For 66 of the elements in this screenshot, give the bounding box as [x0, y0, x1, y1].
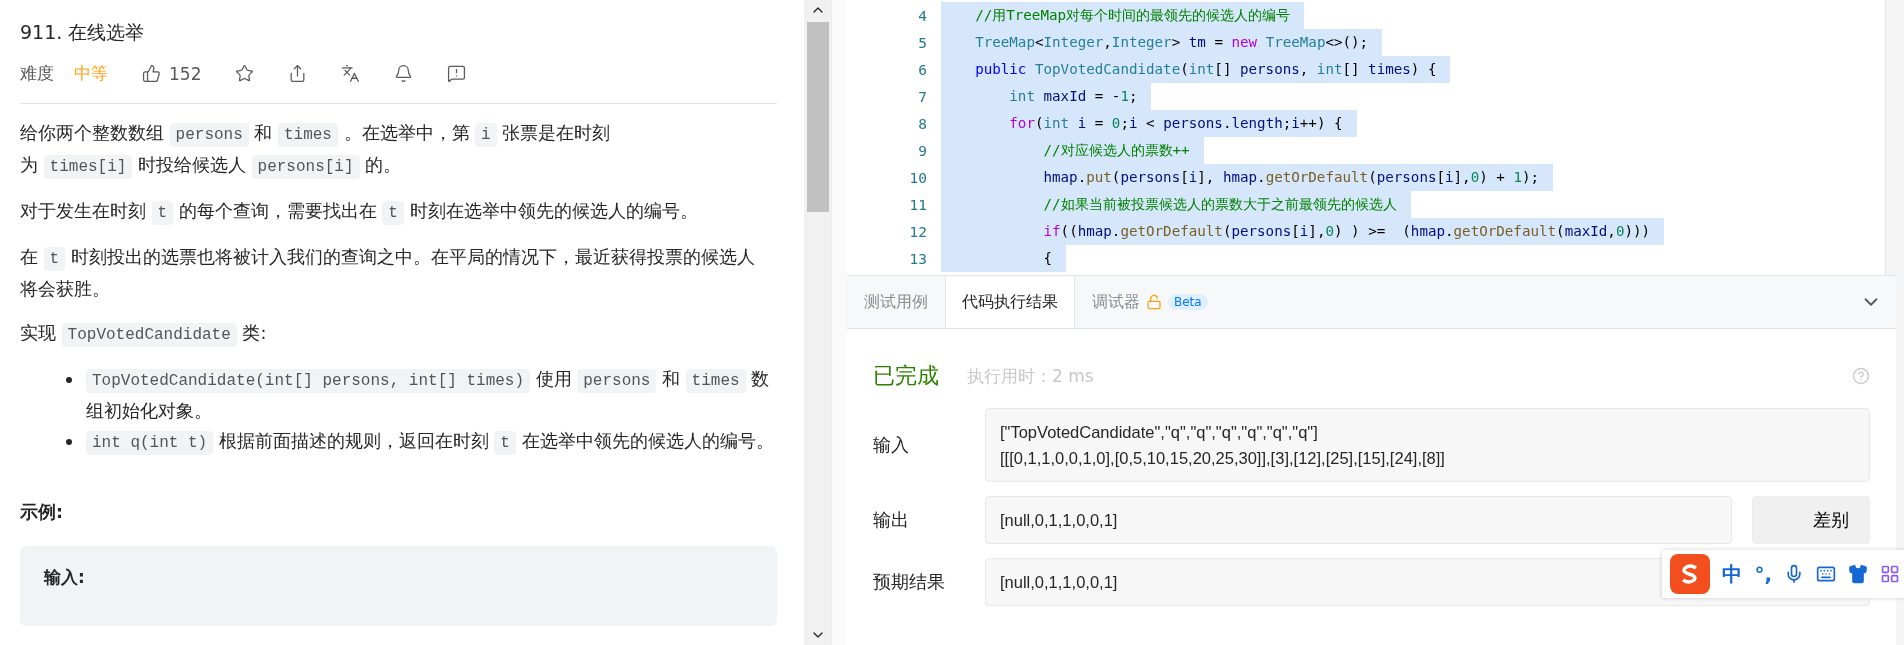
inline-code: i	[475, 123, 497, 147]
inline-code: int q(int t)	[86, 431, 214, 455]
inline-code: persons	[169, 123, 249, 147]
diff-button[interactable]: 差别	[1752, 496, 1870, 544]
difficulty-value: 中等	[74, 62, 108, 85]
description-paragraph: 给你两个整数数组 persons 和 times 。在选举中，第 i 张票是在时刻 为 times[i] 时投给候选人 persons[i] 的。	[20, 118, 765, 182]
grid-icon[interactable]	[1880, 564, 1900, 584]
description-paragraph: 对于发生在时刻 t 的每个查询，需要找出在 t 时刻在选举中领先的候选人的编号。	[20, 196, 765, 228]
result-label: 输入	[873, 433, 910, 457]
ime-logo-icon[interactable]	[1670, 554, 1711, 594]
result-label: 预期结果	[873, 570, 946, 594]
inline-code: times	[277, 123, 338, 147]
inline-code: times	[685, 369, 746, 393]
ime-mode-toggle[interactable]: 中	[1722, 560, 1743, 588]
inline-code: TopVotedCandidate	[61, 323, 237, 347]
keyboard-icon[interactable]	[1816, 564, 1836, 584]
example-heading: 示例:	[20, 501, 64, 524]
description-paragraph: 实现 TopVotedCandidate 类:	[20, 318, 765, 350]
description-paragraph: 在 t 时刻投出的选票也将被计入我们的查询之中。在平局的情况下，最近获得投票的候选人将会获胜。	[20, 246, 756, 301]
microphone-icon[interactable]	[1784, 564, 1804, 584]
page-scrollbar[interactable]	[1896, 0, 1904, 645]
console-tab[interactable]: 代码执行结果	[945, 276, 1075, 328]
inline-code: t	[382, 201, 404, 225]
inline-code: t	[43, 247, 66, 271]
line-number: 5	[917, 34, 928, 51]
translate-icon[interactable]	[341, 64, 361, 83]
shirt-icon[interactable]	[1848, 564, 1868, 584]
console-tab[interactable]: 测试用例	[847, 276, 945, 328]
scrollbar[interactable]	[804, 0, 831, 645]
feedback-icon[interactable]	[447, 64, 467, 83]
result-value: [null,0,1,1,0,0,1]	[985, 496, 1732, 544]
editor-scrollbar[interactable]	[1885, 0, 1896, 275]
line-number: 8	[917, 115, 928, 132]
problem-title: 911. 在线选举	[20, 20, 146, 45]
example-label: 输入:	[44, 567, 85, 587]
inline-code: persons	[577, 369, 657, 393]
bullet-dot	[66, 377, 72, 383]
line-number: 11	[908, 196, 928, 213]
status-text: 已完成	[873, 362, 939, 390]
line-number: 6	[917, 61, 928, 78]
unlock-icon	[1146, 294, 1162, 310]
line-number: 4	[917, 7, 928, 24]
thumbs-up-icon	[142, 64, 161, 83]
inline-code: t	[494, 431, 516, 455]
ime-punctuation-toggle[interactable]: °,	[1754, 562, 1772, 586]
beta-badge: Beta	[1168, 294, 1208, 310]
difficulty-label: 难度	[20, 62, 54, 85]
bell-icon[interactable]	[394, 64, 414, 83]
console-tab[interactable]: 调试器 Beta	[1075, 276, 1225, 328]
line-number: 9	[917, 142, 928, 159]
inline-code: t	[151, 201, 174, 225]
scrollbar-thumb[interactable]	[806, 22, 829, 212]
result-label: 输出	[873, 508, 910, 532]
line-number: 7	[917, 88, 928, 105]
inline-code: times[i]	[43, 155, 133, 179]
line-number: 13	[908, 250, 928, 267]
star-icon[interactable]	[235, 64, 255, 83]
inline-code: TopVotedCandidate(int[] persons, int[] times)	[86, 369, 531, 393]
bullet-dot	[66, 439, 72, 445]
result-value: ["TopVotedCandidate","q","q","q","q","q","q"] [[[0,1,1,0,0,1,0],[0,5,10,15,20,25,30]],[3],[12],[25],[15],[24],[8]]	[985, 408, 1870, 482]
bullet-text: int q(int t) 根据前面描述的规则，返回在时刻 t 在选举中领先的候选人的编号。	[86, 426, 774, 458]
inline-code: persons[i]	[251, 155, 360, 179]
bullet-text: TopVotedCandidate(int[] persons, int[] times) 使用 persons 和 times 数组初始化对象。	[86, 368, 771, 423]
line-number: 10	[908, 169, 928, 186]
line-number: 12	[908, 223, 928, 240]
like-button[interactable]: 152	[142, 63, 202, 84]
